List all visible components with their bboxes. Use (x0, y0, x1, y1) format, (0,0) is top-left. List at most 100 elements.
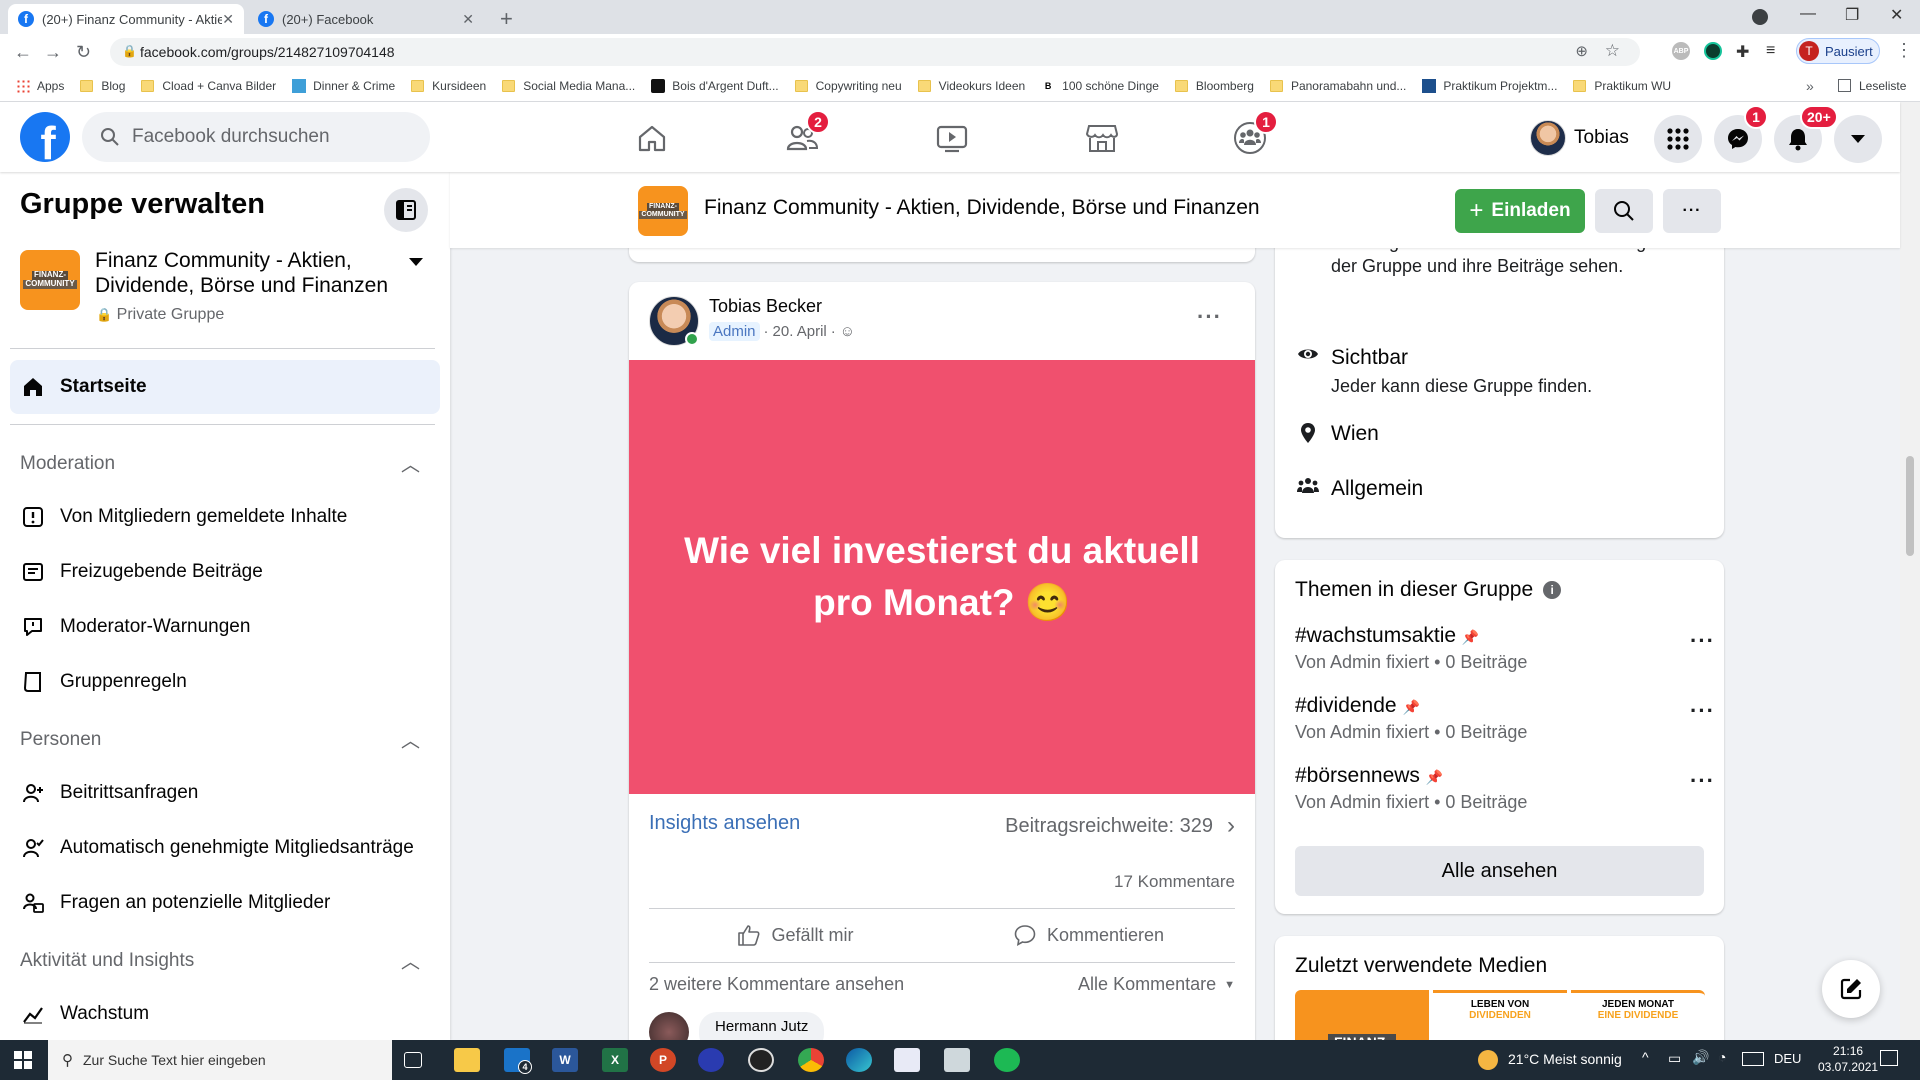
file-explorer-icon[interactable] (454, 1048, 480, 1072)
group-more-button[interactable]: ··· (1663, 189, 1721, 233)
forward-button[interactable]: → (44, 42, 62, 63)
powerpoint-icon[interactable]: P (650, 1048, 676, 1072)
post-date[interactable]: 20. April (773, 323, 827, 340)
bookmark-item[interactable]: Apps (16, 78, 64, 93)
watch-nav-button[interactable] (932, 118, 972, 158)
about-location[interactable]: Wien (1295, 422, 1379, 446)
sidebar-item-moderator-alerts[interactable]: Moderator-Warnungen (10, 600, 440, 654)
topic-options-button[interactable]: ··· (1690, 628, 1715, 654)
commenter-avatar[interactable] (649, 1012, 689, 1040)
comment-filter-dropdown[interactable]: Alle Kommentare ▼ (1078, 974, 1235, 995)
browser-tab-active[interactable]: f (20+) Finanz Community - Aktien ✕ (8, 4, 244, 34)
language-indicator[interactable]: DEU (1774, 1051, 1801, 1066)
bookmark-item[interactable]: Dinner & Crime (292, 78, 395, 93)
app-icon[interactable] (894, 1048, 920, 1072)
browser-tab[interactable]: f (20+) Facebook ✕ (248, 4, 484, 34)
group-search-button[interactable] (1595, 189, 1653, 233)
reading-list-button[interactable]: Leseliste (1838, 79, 1906, 93)
like-button[interactable]: Gefällt mir (649, 912, 942, 958)
chevron-up-icon[interactable]: ︿ (401, 726, 420, 753)
menu-button[interactable] (1654, 115, 1702, 163)
bookmark-item[interactable]: Praktikum Projektm... (1422, 78, 1557, 93)
commenter-name[interactable]: Hermann Jutz (715, 1018, 808, 1035)
task-view-icon[interactable] (404, 1052, 422, 1068)
group-logo[interactable]: FINANZ- COMMUNITY (20, 250, 80, 310)
sidebar-item-pending-posts[interactable]: Freizugebende Beiträge (10, 545, 440, 599)
reach-link[interactable]: Beitragsreichweite: 329 › (1005, 812, 1235, 840)
zoom-icon[interactable]: ⊕ (1575, 42, 1588, 60)
comment-button[interactable]: Kommentieren (942, 912, 1235, 958)
obs-icon[interactable] (748, 1048, 774, 1072)
close-tab-icon[interactable]: ✕ (462, 11, 474, 28)
windows-start-button[interactable] (14, 1051, 32, 1069)
toggle-sidebar-button[interactable] (384, 188, 428, 232)
profile-button[interactable]: T Pausiert (1796, 38, 1880, 64)
grammarly-icon[interactable] (1704, 42, 1722, 60)
scrollbar-thumb[interactable] (1906, 456, 1914, 556)
app-icon[interactable] (944, 1048, 970, 1072)
wifi-icon[interactable]: ◔ (1718, 1049, 1726, 1065)
section-activity-insights[interactable]: Aktivität und Insights ︿ (20, 947, 420, 974)
new-tab-button[interactable]: + (500, 6, 513, 32)
chevron-up-icon[interactable]: ︿ (401, 450, 420, 477)
taskbar-search-input[interactable]: ⚲ Zur Suche Text hier eingeben (48, 1040, 392, 1080)
close-tab-icon[interactable]: ✕ (222, 11, 234, 28)
excel-icon[interactable]: X (602, 1048, 628, 1072)
bookmark-item[interactable]: B 100 schöne Dinge (1041, 78, 1159, 93)
word-icon[interactable]: W (552, 1048, 578, 1072)
bookmark-star-icon[interactable]: ☆ (1605, 41, 1620, 61)
bookmark-item[interactable]: Social Media Mana... (502, 79, 635, 93)
mail-icon[interactable]: 4 (504, 1048, 532, 1074)
extensions-icon[interactable]: ✚ (1736, 42, 1749, 62)
group-logo[interactable]: FINANZ- COMMUNITY (638, 186, 688, 236)
spotify-icon[interactable] (994, 1048, 1020, 1072)
view-more-comments-link[interactable]: 2 weitere Kommentare ansehen (649, 974, 904, 995)
facebook-logo[interactable]: f (20, 112, 70, 162)
insights-link[interactable]: Insights ansehen (649, 812, 800, 835)
bookmark-item[interactable]: Panoramabahn und... (1269, 79, 1406, 93)
minimize-button[interactable]: — (1800, 5, 1816, 23)
back-button[interactable]: ← (14, 42, 32, 63)
topic-item[interactable]: #wachstumsaktie 📌 Von Admin fixiert • 0 … (1295, 624, 1715, 673)
post-options-button[interactable]: ··· (1197, 304, 1222, 330)
see-all-topics-button[interactable]: Alle ansehen (1295, 846, 1704, 896)
page-scrollbar[interactable] (1900, 102, 1920, 1040)
tab-search-icon[interactable] (1752, 9, 1768, 25)
invite-button[interactable]: + Einladen (1455, 189, 1585, 233)
friends-nav-button[interactable]: 2 (782, 110, 830, 158)
url-bar[interactable]: 🔒 facebook.com/groups/214827109704148 ⊕ … (110, 38, 1640, 66)
account-menu-button[interactable] (1834, 115, 1882, 163)
chrome-menu-icon[interactable]: ⋮ (1895, 40, 1913, 61)
app-icon[interactable] (698, 1048, 724, 1072)
group-switch-caret-icon[interactable] (408, 256, 424, 268)
bookmark-item[interactable]: Kursideen (411, 79, 486, 93)
new-message-button[interactable] (1822, 960, 1880, 1018)
post-image[interactable]: Wie viel investierst du aktuell pro Mona… (629, 360, 1255, 794)
more-bookmarks-button[interactable]: » (1806, 78, 1814, 94)
bookmark-item[interactable]: Cload + Canva Bilder (141, 79, 276, 93)
section-moderation[interactable]: Moderation ︿ (20, 450, 420, 477)
chevron-up-icon[interactable]: ^ (1642, 1049, 1649, 1065)
sidebar-item-home[interactable]: Startseite (10, 360, 440, 414)
bookmark-item[interactable]: Videokurs Ideen (917, 79, 1025, 93)
topic-options-button[interactable]: ··· (1690, 768, 1715, 794)
keyboard-icon[interactable] (1742, 1052, 1764, 1066)
bookmark-item[interactable]: Praktikum WU (1573, 79, 1671, 93)
comments-count[interactable]: 17 Kommentare (1114, 872, 1235, 892)
sidebar-item-membership-questions[interactable]: Fragen an potenzielle Mitglieder (10, 876, 440, 930)
groups-nav-button[interactable]: 1 (1230, 110, 1278, 158)
volume-icon[interactable]: 🔊 (1692, 1049, 1709, 1066)
topic-options-button[interactable]: ··· (1690, 698, 1715, 724)
bookmark-item[interactable]: Bois d'Argent Duft... (651, 78, 779, 93)
notification-center-icon[interactable] (1880, 1050, 1898, 1066)
home-nav-button[interactable] (632, 118, 672, 158)
media-control-icon[interactable]: ≡ (1766, 42, 1775, 60)
info-icon[interactable]: i (1543, 581, 1562, 599)
adblock-icon[interactable]: ABP (1672, 42, 1690, 60)
marketplace-nav-button[interactable] (1082, 118, 1122, 158)
chevron-up-icon[interactable]: ︿ (401, 947, 420, 974)
camera-icon[interactable]: ▭ (1668, 1050, 1681, 1067)
clock[interactable]: 21:16 03.07.2021 (1818, 1043, 1878, 1075)
notifications-button[interactable]: 20+ (1774, 105, 1838, 163)
topic-item[interactable]: #börsennews 📌 Von Admin fixiert • 0 Beit… (1295, 764, 1715, 813)
